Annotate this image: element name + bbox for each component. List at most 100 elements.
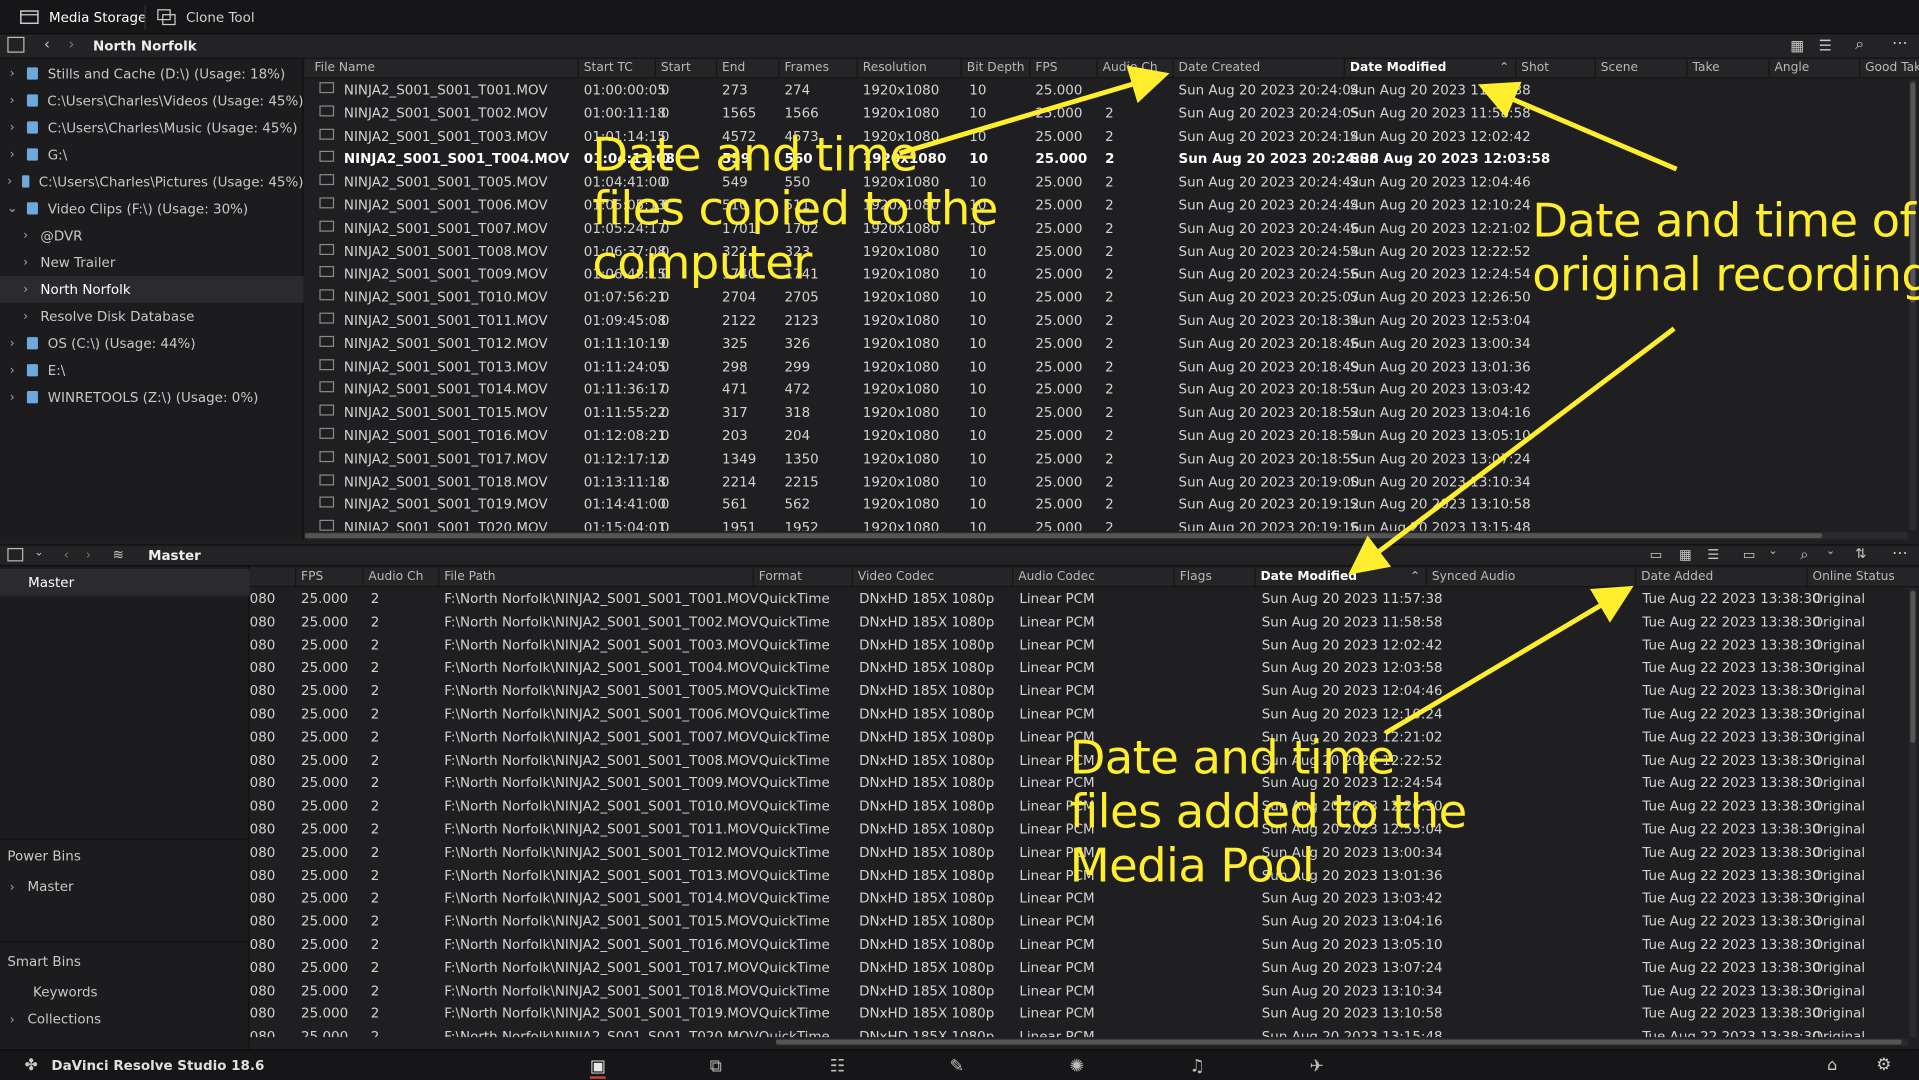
settings-gear-icon[interactable]: ⚙: [1876, 1056, 1891, 1076]
more-options-icon[interactable]: ⋯: [1892, 544, 1908, 562]
column-header[interactable]: FPS: [1035, 61, 1057, 74]
column-header[interactable]: Format: [759, 570, 802, 583]
tree-item[interactable]: › New Trailer: [0, 249, 304, 276]
tree-item[interactable]: › G:\: [0, 141, 304, 168]
tab-clone-tool[interactable]: Clone Tool: [157, 0, 255, 34]
tree-item[interactable]: › C:\Users\Charles\Music (Usage: 45%): [0, 114, 304, 141]
table-row[interactable]: 080 25.000 2 F:\North Norfolk\NINJA2_S001_S…: [250, 658, 1908, 681]
deliver-page-icon[interactable]: ✈: [1309, 1057, 1323, 1077]
search-icon[interactable]: ⌕: [1800, 546, 1808, 564]
search-icon[interactable]: ⌕: [1855, 36, 1864, 54]
table-row[interactable]: NINJA2_S001_S001_T008.MOV 01:06:37:08 0 322…: [305, 241, 1908, 264]
power-bin-master[interactable]: › Master: [0, 879, 250, 895]
table-row[interactable]: 080 25.000 2 F:\North Norfolk\NINJA2_S001_S…: [250, 957, 1908, 980]
storage-hscroll[interactable]: [304, 532, 1908, 540]
tree-item[interactable]: › Stills and Cache (D:\) (Usage: 18%): [0, 60, 304, 87]
table-row[interactable]: 080 25.000 2 F:\North Norfolk\NINJA2_S001_S…: [250, 842, 1908, 865]
table-row[interactable]: NINJA2_S001_S001_T003.MOV 01:01:14:15 0 457…: [305, 126, 1908, 149]
table-row[interactable]: 080 25.000 2 F:\North Norfolk\NINJA2_S001_S…: [250, 681, 1908, 704]
column-header[interactable]: Video Codec: [858, 570, 934, 583]
more-options-icon[interactable]: ⋯: [1892, 34, 1908, 52]
chevron-right-icon[interactable]: ›: [18, 256, 33, 269]
chevron-right-icon[interactable]: ›: [5, 390, 20, 403]
media-pool-vscroll[interactable]: [1909, 588, 1917, 1038]
table-row[interactable]: NINJA2_S001_S001_T019.MOV 01:14:41:00 0 561…: [305, 495, 1908, 518]
clip-size-icon[interactable]: ▭: [1743, 547, 1756, 563]
table-row[interactable]: 080 25.000 2 F:\North Norfolk\NINJA2_S001_S…: [250, 1026, 1908, 1037]
tree-item[interactable]: ⌄ Video Clips (F:\) (Usage: 30%): [0, 195, 304, 222]
tree-item[interactable]: › E:\: [0, 357, 304, 384]
column-header[interactable]: Bit Depth: [967, 61, 1025, 74]
column-header[interactable]: File Path: [444, 570, 495, 583]
column-header[interactable]: Flags: [1180, 570, 1212, 583]
table-row[interactable]: NINJA2_S001_S001_T015.MOV 01:11:55:22 0 317…: [305, 402, 1908, 425]
storage-vscroll[interactable]: [1909, 79, 1917, 531]
thumbnail-view-icon[interactable]: ▦: [1679, 547, 1692, 563]
sort-ascending-icon[interactable]: ⌃: [1410, 570, 1420, 583]
column-header[interactable]: File Name: [315, 61, 375, 74]
sort-icon[interactable]: ⇅: [1855, 546, 1866, 562]
chevron-right-icon[interactable]: ›: [5, 121, 20, 134]
table-row[interactable]: 080 25.000 2 F:\North Norfolk\NINJA2_S001_S…: [250, 773, 1908, 796]
table-row[interactable]: 080 25.000 2 F:\North Norfolk\NINJA2_S001_S…: [250, 1003, 1908, 1026]
table-row[interactable]: NINJA2_S001_S001_T014.MOV 01:11:36:17 0 471…: [305, 379, 1908, 402]
column-header[interactable]: Take: [1693, 61, 1720, 74]
table-row[interactable]: 080 25.000 2 F:\North Norfolk\NINJA2_S001_S…: [250, 819, 1908, 842]
chevron-right-icon[interactable]: ›: [5, 148, 20, 161]
tab-media-storage[interactable]: Media Storage: [20, 0, 147, 34]
column-header[interactable]: Online Status: [1812, 570, 1894, 583]
chevron-right-icon[interactable]: ›: [5, 363, 20, 376]
tree-item[interactable]: › C:\Users\Charles\Pictures (Usage: 45%): [0, 168, 303, 195]
back-arrow-icon[interactable]: ‹: [64, 547, 69, 563]
forward-arrow-icon[interactable]: ›: [86, 547, 91, 563]
table-row[interactable]: NINJA2_S001_S001_T012.MOV 01:11:10:19 0 325…: [305, 333, 1908, 356]
table-row[interactable]: NINJA2_S001_S001_T006.MOV 01:05:05:13 0 510…: [305, 195, 1908, 218]
column-header[interactable]: Audio Ch: [1103, 61, 1158, 74]
table-row[interactable]: NINJA2_S001_S001_T013.MOV 01:11:24:05 0 298…: [305, 356, 1908, 379]
cut-page-icon[interactable]: ⧉: [710, 1057, 722, 1077]
fusion-page-icon[interactable]: ✎: [950, 1057, 964, 1077]
table-row[interactable]: NINJA2_S001_S001_T010.MOV 01:07:56:21 0 270…: [305, 287, 1908, 310]
color-page-icon[interactable]: ✺: [1070, 1057, 1084, 1077]
chevron-down-icon[interactable]: ⌄: [1768, 546, 1777, 558]
table-row[interactable]: NINJA2_S001_S001_T002.MOV 01:00:11:18 0 156…: [305, 103, 1908, 126]
chevron-right-icon[interactable]: ›: [5, 67, 20, 80]
column-header[interactable]: End: [722, 61, 745, 74]
table-row[interactable]: 080 25.000 2 F:\North Norfolk\NINJA2_S001_S…: [250, 911, 1908, 934]
column-header[interactable]: Date Modified: [1261, 570, 1358, 583]
column-header[interactable]: Start TC: [584, 61, 633, 74]
table-row[interactable]: NINJA2_S001_S001_T020.MOV 01:15:04:01 0 195…: [305, 518, 1908, 531]
column-header[interactable]: Date Created: [1179, 61, 1261, 74]
table-row[interactable]: 080 25.000 2 F:\North Norfolk\NINJA2_S001_S…: [250, 704, 1908, 727]
sidebar-toggle-icon[interactable]: [7, 36, 25, 53]
table-row[interactable]: NINJA2_S001_S001_T018.MOV 01:13:11:18 0 221…: [305, 471, 1908, 494]
chevron-right-icon[interactable]: ›: [18, 283, 33, 296]
column-header[interactable]: Frames: [784, 61, 829, 74]
chevron-right-icon[interactable]: ›: [18, 229, 33, 242]
column-header[interactable]: Scene: [1601, 61, 1638, 74]
bin-list-toggle-icon[interactable]: [7, 547, 24, 562]
home-icon[interactable]: ⌂: [1827, 1057, 1837, 1075]
metadata-view-icon[interactable]: ▭: [1650, 547, 1663, 563]
table-row[interactable]: NINJA2_S001_S001_T017.MOV 01:12:17:12 0 134…: [305, 448, 1908, 471]
grid-view-icon[interactable]: ▦: [1790, 37, 1804, 54]
table-row[interactable]: NINJA2_S001_S001_T005.MOV 01:04:41:00 0 549…: [305, 172, 1908, 195]
table-row[interactable]: 080 25.000 2 F:\North Norfolk\NINJA2_S001_S…: [250, 750, 1908, 773]
column-header[interactable]: Audio Codec: [1018, 570, 1095, 583]
table-row[interactable]: NINJA2_S001_S001_T011.MOV 01:09:45:08 0 212…: [305, 310, 1908, 333]
tree-item[interactable]: › Resolve Disk Database: [0, 303, 304, 330]
table-row[interactable]: NINJA2_S001_S001_T009.MOV 01:06:48:15 0 174…: [305, 264, 1908, 287]
chevron-right-icon[interactable]: ›: [5, 337, 20, 350]
tree-item[interactable]: › WINRETOOLS (Z:\) (Usage: 0%): [0, 384, 304, 411]
media-pool-hscroll[interactable]: [775, 1038, 1908, 1046]
layers-icon[interactable]: ≋: [113, 547, 124, 563]
table-row[interactable]: NINJA2_S001_S001_T007.MOV 01:05:24:17 0 170…: [305, 218, 1908, 241]
column-header[interactable]: FPS: [301, 570, 323, 583]
smart-bin-collections[interactable]: › Collections: [0, 1011, 250, 1027]
fairlight-page-icon[interactable]: ♫: [1190, 1057, 1205, 1077]
table-row[interactable]: NINJA2_S001_S001_T004.MOV 01:04:11:08 0 559…: [305, 149, 1908, 172]
table-row[interactable]: 080 25.000 2 F:\North Norfolk\NINJA2_S001_S…: [250, 635, 1908, 658]
chevron-right-icon[interactable]: ›: [18, 310, 33, 323]
edit-page-icon[interactable]: ☷: [830, 1057, 845, 1077]
chevron-right-icon[interactable]: ›: [5, 175, 15, 188]
